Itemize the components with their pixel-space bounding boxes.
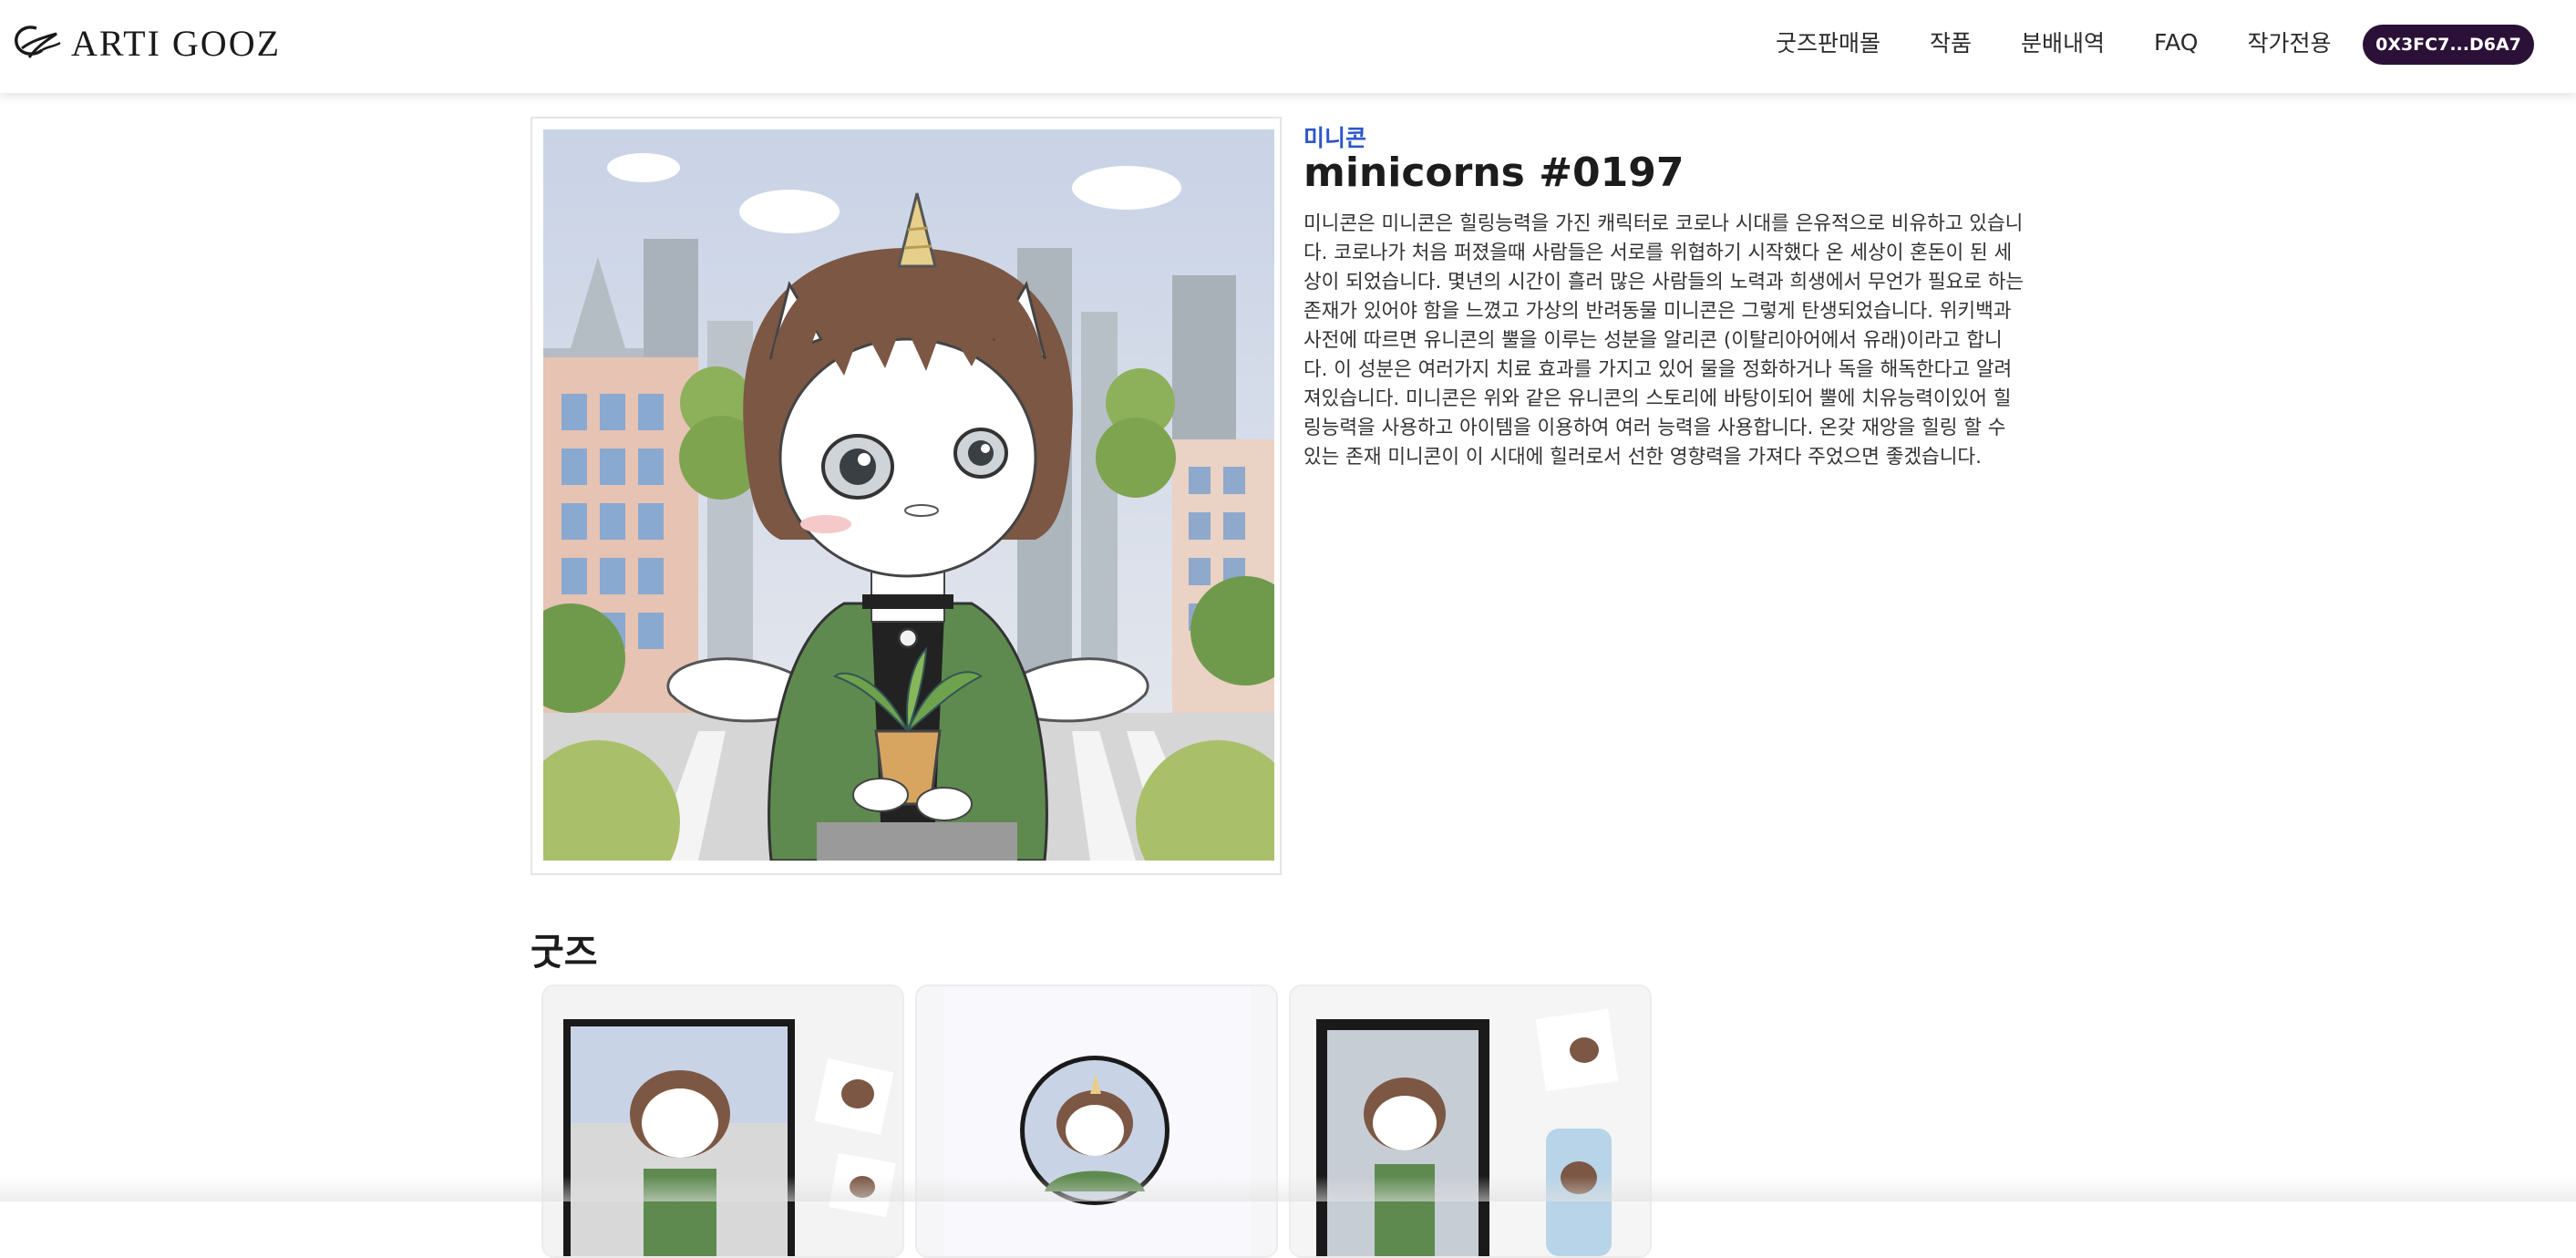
nav-artworks[interactable]: 작품	[1930, 26, 1972, 58]
goods-card-framed-print[interactable]	[541, 985, 904, 1258]
artwork-description: 미니콘은 미니콘은 힐링능력을 가진 캐릭터로 코로나 시대를 은유적으로 비유…	[1303, 212, 2025, 469]
page-bottom-fade	[0, 1176, 2576, 1201]
framed-print-thumbnail	[543, 986, 902, 1256]
main-nav: 굿즈판매몰 작품 분배내역 FAQ 작가전용	[1776, 26, 2381, 58]
site-header: ARTI GOOZ 굿즈판매몰 작품 분배내역 FAQ 작가전용 0X3FC7.…	[0, 0, 2576, 93]
goods-section-heading: 굿즈	[531, 932, 598, 974]
site-logo[interactable]: ARTI GOOZ	[9, 20, 281, 66]
logo-mark-icon	[15, 26, 61, 58]
goods-card-round-badge[interactable]	[915, 985, 1278, 1258]
artwork-frame	[531, 117, 1282, 875]
collection-link[interactable]: 미니콘	[1303, 120, 1366, 153]
round-badge-thumbnail	[917, 986, 1276, 1256]
goods-card-frame-and-phonecase[interactable]	[1289, 985, 1652, 1258]
minicorn-illustration	[543, 129, 1274, 861]
wallet-address-button[interactable]: 0X3FC7...D6A7	[2363, 25, 2534, 65]
nav-goods-shop[interactable]: 굿즈판매몰	[1776, 26, 1880, 58]
nav-distribution-history[interactable]: 분배내역	[2021, 26, 2105, 58]
frame-phonecase-thumbnail	[1291, 986, 1650, 1256]
logo-text: ARTI GOOZ	[71, 22, 282, 64]
nav-artist-only[interactable]: 작가전용	[2247, 26, 2331, 58]
artwork-title: minicorns #0197	[1303, 150, 1685, 196]
nav-faq[interactable]: FAQ	[2154, 29, 2198, 56]
